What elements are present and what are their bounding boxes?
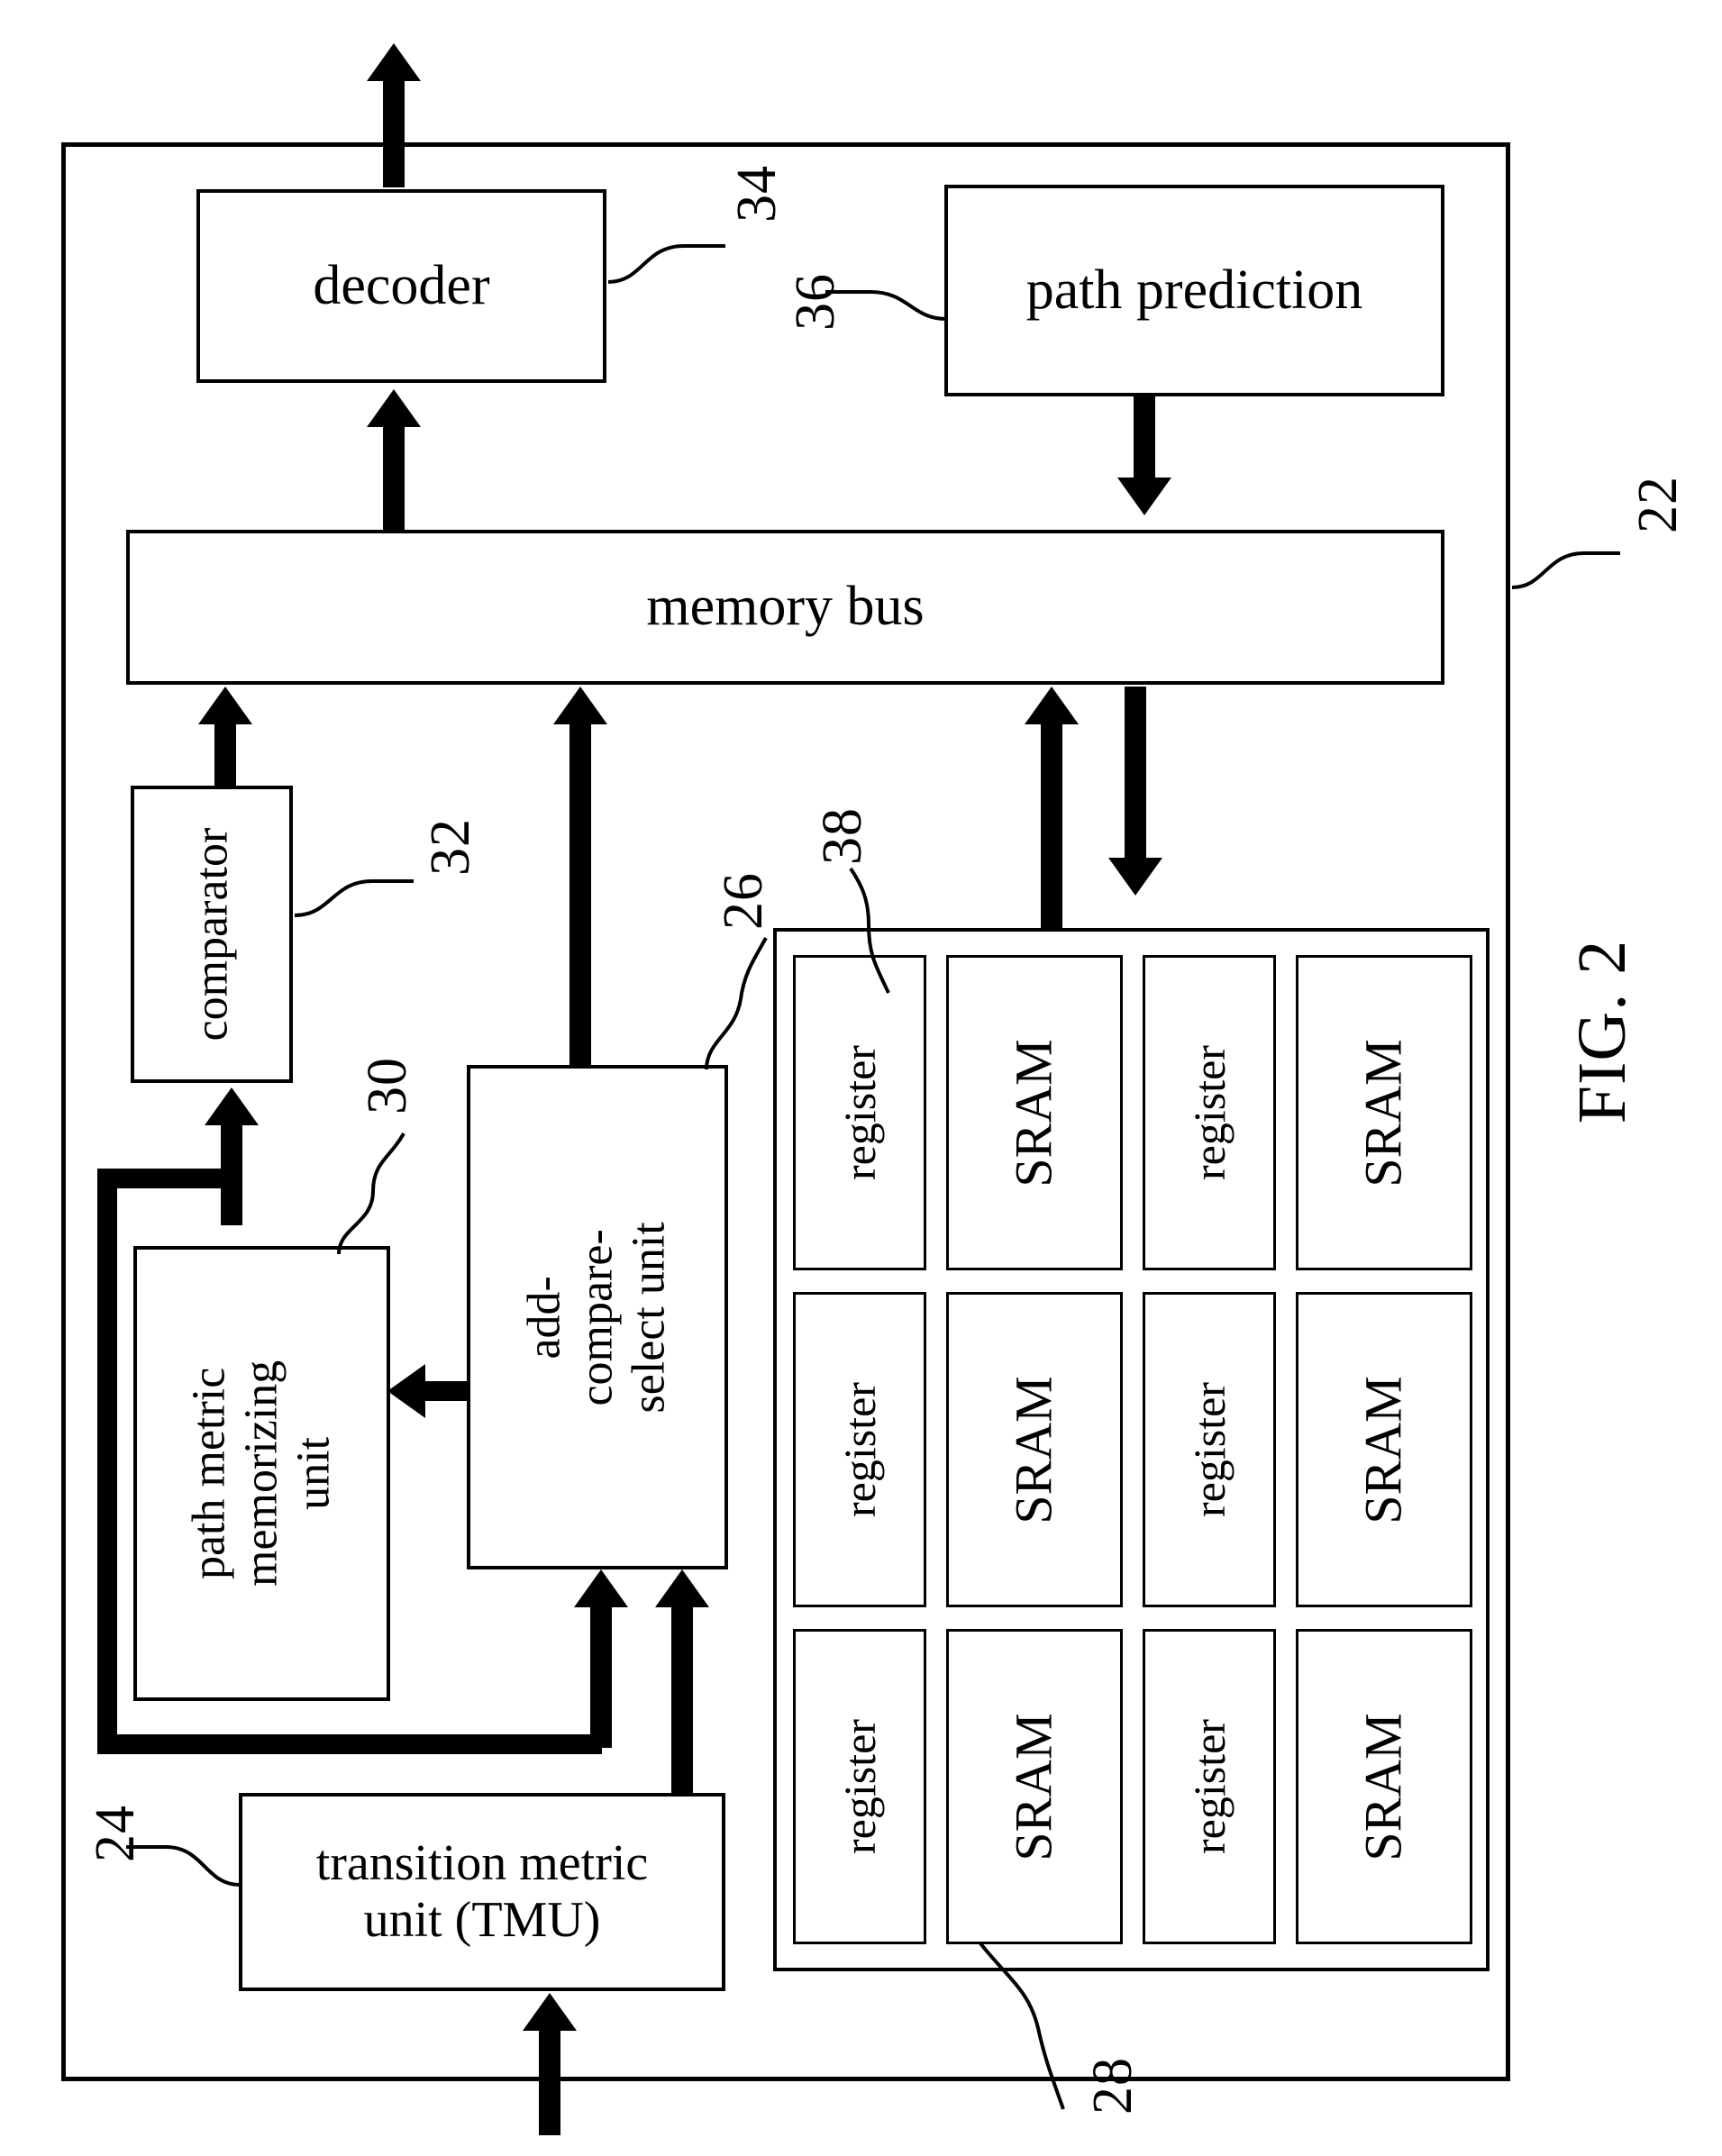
memory-column-1: register SRAM register SRAM: [793, 948, 1472, 1276]
memory-cell-label: SRAM: [1004, 1375, 1063, 1524]
comparator-label: comparator: [185, 827, 237, 1042]
memory-cell-label: register: [834, 1719, 885, 1854]
memory-cell-label: register: [834, 1382, 885, 1517]
pmu-to-comparator-arrow-head: [205, 1087, 259, 1125]
tmu-to-acs-arrow-shaft-b: [671, 1604, 693, 1815]
memory-cell-sram: SRAM: [1296, 1629, 1472, 1944]
memory-cell-register: register: [793, 955, 926, 1270]
ref-number-24: 24: [85, 1805, 146, 1862]
path-prediction-label: path prediction: [1025, 259, 1363, 321]
memory-cell-sram: SRAM: [946, 955, 1123, 1270]
leader-line-28: [979, 1942, 1065, 2110]
path-prediction-out-arrow-shaft: [1134, 396, 1155, 487]
memory-cell-sram: SRAM: [1296, 955, 1472, 1270]
memory-cell-label: register: [834, 1045, 885, 1180]
decoder-label: decoder: [313, 254, 490, 316]
memory-cell-sram: SRAM: [1296, 1292, 1472, 1607]
memory-cell-label: register: [1184, 1045, 1235, 1180]
pmu-feedback-vertical: [97, 1169, 117, 1754]
path-metric-memorizing-unit-label: path metric memorizing unit: [183, 1360, 340, 1587]
leader-line-26: [705, 937, 768, 1070]
memory-column-3: register SRAM register SRAM: [793, 1622, 1472, 1950]
memory-cell-register: register: [1143, 955, 1276, 1270]
path-metric-memorizing-unit-block: path metric memorizing unit: [133, 1246, 390, 1701]
memory-to-bus-arrow-head: [1025, 687, 1079, 724]
decoder-input-arrow-head: [367, 389, 421, 427]
leader-line-34: [607, 244, 725, 284]
path-prediction-block: path prediction: [944, 185, 1444, 396]
memory-cell-register: register: [793, 1629, 926, 1944]
acs-to-pmu-arrow-head: [387, 1364, 425, 1418]
tmu-to-acs-arrow-shaft-a: [590, 1604, 612, 1748]
acs-to-bus-arrow-shaft: [569, 721, 591, 1072]
memory-bus-label: memory bus: [646, 576, 925, 638]
leader-line-32: [294, 879, 414, 917]
memory-cell-sram: SRAM: [946, 1292, 1123, 1607]
add-compare-select-unit-label: add-compare- select unit: [518, 1221, 676, 1414]
decoder-block: decoder: [196, 189, 606, 383]
ref-number-34: 34: [726, 165, 788, 223]
bus-to-memory-arrow-shaft: [1125, 687, 1146, 867]
decoder-input-arrow-shaft: [383, 423, 405, 532]
transition-metric-unit-block: transition metric unit (TMU): [239, 1793, 725, 1991]
decoder-output-arrow-shaft: [383, 79, 405, 187]
decoder-output-arrow-head: [367, 43, 421, 81]
tmu-to-acs-arrow-head-a: [574, 1569, 628, 1607]
add-compare-select-unit-block: add-compare- select unit: [467, 1065, 728, 1569]
memory-bus-block: memory bus: [126, 530, 1444, 685]
pmu-feedback-bottom: [97, 1734, 602, 1754]
pmu-feedback-horizontal: [97, 1169, 232, 1188]
figure-caption: FIG. 2: [1564, 939, 1640, 1124]
tmu-input-arrow-shaft: [539, 2027, 560, 2135]
tmu-to-acs-arrow-head-b: [655, 1569, 709, 1607]
acs-to-bus-arrow-head: [553, 687, 607, 724]
ref-number-28: 28: [1082, 2057, 1143, 2115]
transition-metric-unit-label: transition metric unit (TMU): [315, 1835, 649, 1948]
ref-number-38: 38: [812, 807, 873, 865]
memory-cell-label: SRAM: [1004, 1038, 1063, 1187]
memory-cell-label: SRAM: [1353, 1375, 1413, 1524]
comparator-to-bus-arrow-head: [198, 687, 252, 724]
ref-number-36: 36: [785, 273, 846, 331]
comparator-block: comparator: [131, 786, 293, 1083]
memory-cell-label: register: [1184, 1719, 1235, 1854]
memory-cell-register: register: [793, 1292, 926, 1607]
ref-number-32: 32: [420, 818, 481, 876]
memory-cell-label: SRAM: [1004, 1712, 1063, 1861]
tmu-input-arrow-head: [523, 1993, 577, 2031]
ref-number-22: 22: [1627, 476, 1689, 533]
memory-cell-label: SRAM: [1353, 1712, 1413, 1861]
memory-cell-sram: SRAM: [946, 1629, 1123, 1944]
figure-canvas: 22 FIG. 2 decoder 34 path prediction 36 …: [0, 0, 1722, 2156]
memory-cell-label: SRAM: [1353, 1038, 1413, 1187]
memory-cell-register: register: [1143, 1292, 1276, 1607]
path-prediction-out-arrow-head: [1117, 478, 1171, 515]
memory-cell-label: register: [1184, 1382, 1235, 1517]
leader-line-22: [1511, 551, 1620, 589]
leader-line-30: [337, 1133, 405, 1255]
memory-column-2: register SRAM register SRAM: [793, 1285, 1472, 1613]
ref-number-30: 30: [357, 1057, 418, 1114]
memory-to-bus-arrow-shaft: [1041, 721, 1062, 928]
bus-to-memory-arrow-head: [1108, 858, 1162, 896]
memory-cell-register: register: [1143, 1629, 1276, 1944]
